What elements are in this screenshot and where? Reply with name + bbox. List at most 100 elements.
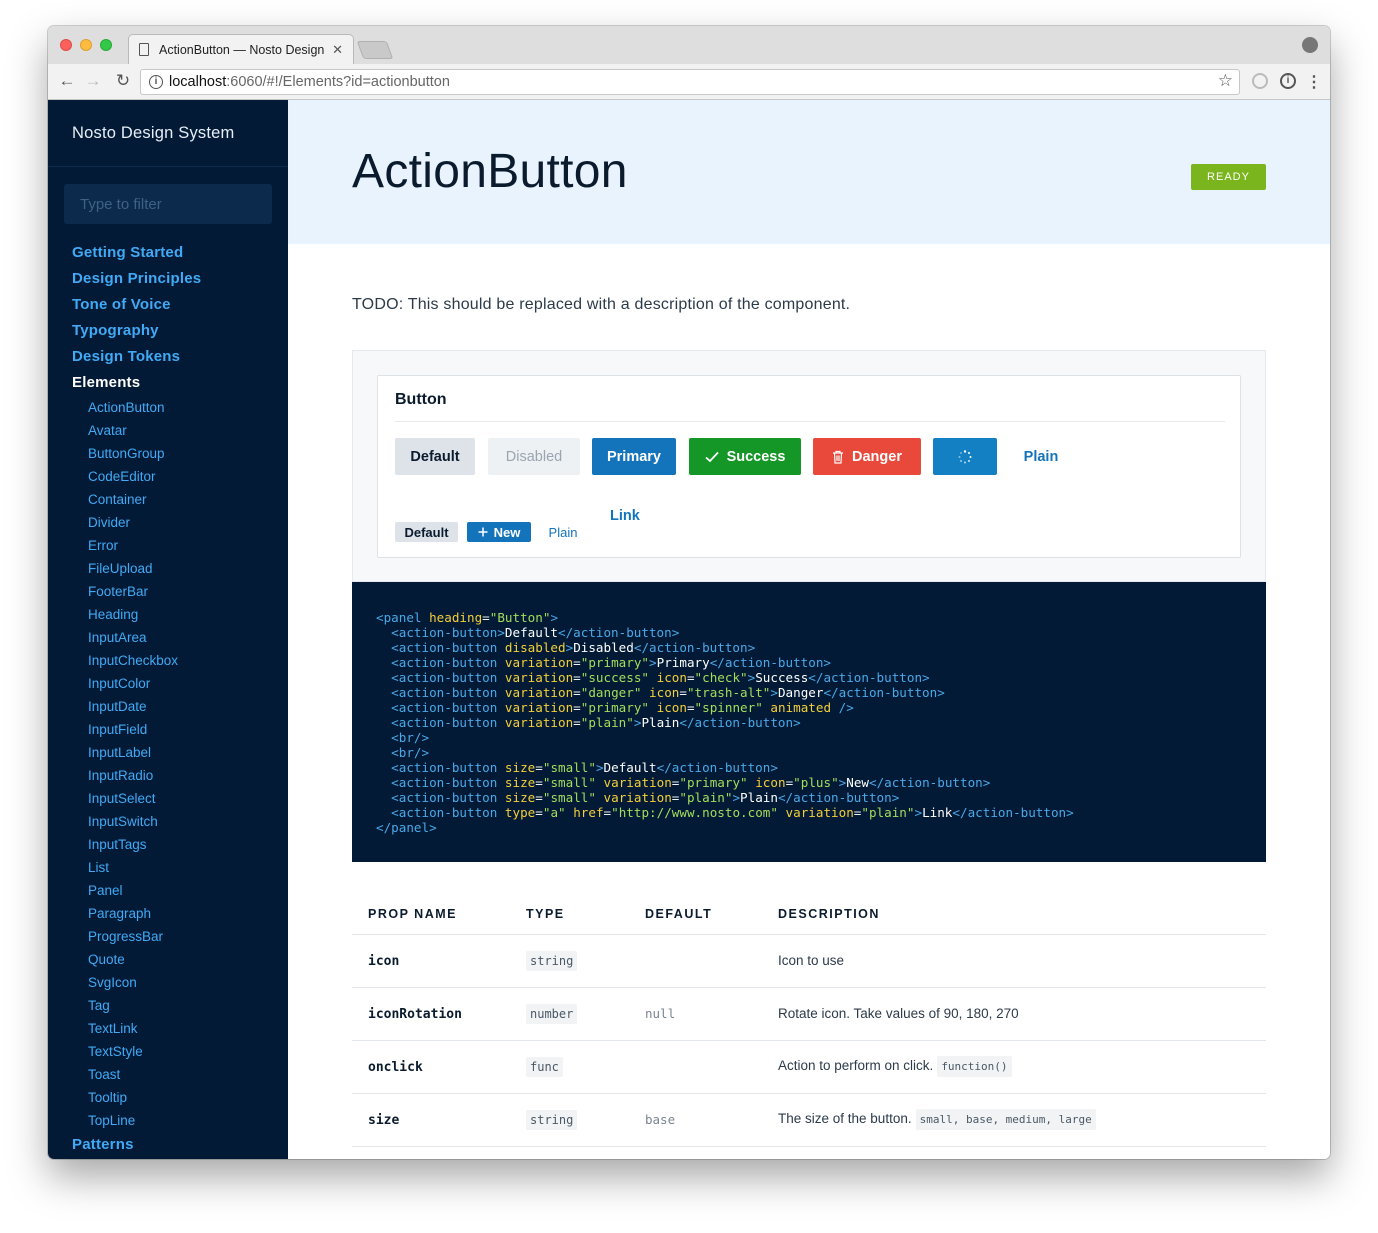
button-label: Disabled: [505, 448, 563, 465]
browser-tab[interactable]: ActionButton — Nosto Design ✕: [128, 34, 354, 64]
extension-icon[interactable]: [1252, 73, 1268, 89]
info-icon[interactable]: i: [149, 75, 163, 89]
minimize-window-button[interactable]: [80, 39, 92, 51]
sidebar-item-progressbar[interactable]: ProgressBar: [88, 929, 163, 944]
table-row: onclick func Action to perform on click.…: [352, 1040, 1266, 1094]
column-header-type: TYPE: [510, 894, 629, 935]
prop-type: string: [526, 950, 578, 971]
small-plain-button[interactable]: Plain: [540, 522, 586, 542]
prop-name: onclick: [368, 1059, 423, 1075]
table-row: iconRotation number null Rotate icon. Ta…: [352, 987, 1266, 1041]
sidebar-item-avatar[interactable]: Avatar: [88, 423, 127, 438]
loading-button[interactable]: [933, 438, 997, 475]
sidebar-item-inputfield[interactable]: InputField: [88, 722, 147, 737]
success-button[interactable]: Success: [689, 438, 801, 475]
column-header-description: DESCRIPTION: [762, 894, 1266, 935]
sidebar-item-codeeditor[interactable]: CodeEditor: [88, 469, 156, 484]
reload-icon[interactable]: ↻: [112, 70, 134, 92]
prop-description: Action to perform on click.: [778, 1058, 934, 1073]
small-new-button[interactable]: New: [467, 522, 531, 542]
sidebar-item-tone-of-voice[interactable]: Tone of Voice: [72, 296, 171, 313]
sidebar-item-inputcolor[interactable]: InputColor: [88, 676, 150, 691]
primary-button[interactable]: Primary: [592, 438, 676, 475]
close-window-button[interactable]: [60, 39, 72, 51]
sidebar-item-toast[interactable]: Toast: [88, 1067, 120, 1082]
sidebar-item-textstyle[interactable]: TextStyle: [88, 1044, 143, 1059]
prop-type: string: [526, 1109, 578, 1130]
extension-info-icon[interactable]: i: [1280, 73, 1296, 89]
prop-description: Rotate icon. Take values of 90, 180, 270: [778, 1006, 1019, 1021]
filter-input[interactable]: [64, 184, 272, 224]
sidebar-item-quote[interactable]: Quote: [88, 952, 125, 967]
sidebar-item-fileupload[interactable]: FileUpload: [88, 561, 153, 576]
maximize-window-button[interactable]: [100, 39, 112, 51]
more-menu-icon[interactable]: ⋮: [1306, 72, 1322, 92]
sidebar-item-list[interactable]: List: [88, 860, 109, 875]
new-tab-button[interactable]: [356, 41, 394, 59]
sidebar-item-error[interactable]: Error: [88, 538, 118, 553]
table-row: icon string Icon to use: [352, 934, 1266, 988]
button-label: Default: [404, 524, 449, 540]
component-description: TODO: This should be replaced with a des…: [352, 296, 851, 313]
code-editor[interactable]: <panel heading="Button"> <action-button>…: [352, 582, 1266, 862]
divider: [48, 166, 288, 167]
brand-title[interactable]: Nosto Design System: [72, 124, 234, 143]
default-button[interactable]: Default: [395, 438, 475, 475]
close-icon[interactable]: ✕: [332, 42, 343, 58]
panel-heading: Button: [395, 391, 447, 408]
sidebar-item-inputselect[interactable]: InputSelect: [88, 791, 156, 806]
sidebar-item-paragraph[interactable]: Paragraph: [88, 906, 151, 921]
button-label: Success: [726, 448, 786, 465]
sidebar-item-inputlabel[interactable]: InputLabel: [88, 745, 151, 760]
sidebar-item-inputradio[interactable]: InputRadio: [88, 768, 153, 783]
sidebar-item-patterns[interactable]: Patterns: [72, 1136, 134, 1153]
spinner-icon: [958, 449, 972, 463]
bookmark-star-icon[interactable]: ☆: [1218, 71, 1233, 91]
sidebar-item-tag[interactable]: Tag: [88, 998, 110, 1013]
sidebar-item-textlink[interactable]: TextLink: [88, 1021, 138, 1036]
sidebar-item-inputarea[interactable]: InputArea: [88, 630, 147, 645]
sidebar-item-footerbar[interactable]: FooterBar: [88, 584, 148, 599]
prop-default: base: [645, 1112, 676, 1127]
link-button[interactable]: Link: [610, 508, 640, 524]
sidebar-item-inputcheckbox[interactable]: InputCheckbox: [88, 653, 178, 668]
danger-button[interactable]: Danger: [813, 438, 921, 475]
button-label: Plain: [548, 524, 578, 540]
sidebar-item-typography[interactable]: Typography: [72, 322, 159, 339]
sidebar-item-panel[interactable]: Panel: [88, 883, 123, 898]
address-bar[interactable]: i localhost:6060/#!/Elements?id=actionbu…: [140, 69, 1240, 95]
button-label: Default: [410, 448, 460, 465]
sidebar-item-inputswitch[interactable]: InputSwitch: [88, 814, 158, 829]
sidebar-item-inputdate[interactable]: InputDate: [88, 699, 147, 714]
sidebar-item-heading[interactable]: Heading: [88, 607, 138, 622]
code-snippet: <panel heading="Button"> <action-button>…: [376, 610, 1074, 835]
plain-button[interactable]: Plain: [1009, 438, 1073, 475]
sidebar-item-design-tokens[interactable]: Design Tokens: [72, 348, 180, 365]
tab-title: ActionButton — Nosto Design: [159, 42, 325, 57]
sidebar-item-tooltip[interactable]: Tooltip: [88, 1090, 127, 1105]
button-label: New: [493, 524, 521, 540]
profile-icon[interactable]: [1302, 37, 1318, 53]
main-content: ActionButton READY TODO: This should be …: [288, 100, 1330, 1159]
sidebar-item-elements[interactable]: Elements: [72, 374, 140, 391]
sidebar-item-container[interactable]: Container: [88, 492, 147, 507]
sidebar-item-actionbutton[interactable]: ActionButton: [88, 400, 165, 415]
disabled-button: Disabled: [488, 438, 580, 475]
sidebar-item-divider[interactable]: Divider: [88, 515, 130, 530]
url-host: localhost: [169, 74, 227, 90]
table-header-row: PROP NAME TYPE DEFAULT DESCRIPTION: [352, 894, 1266, 935]
sidebar-item-inputtags[interactable]: InputTags: [88, 837, 147, 852]
page-header: ActionButton READY: [288, 100, 1330, 244]
sidebar-item-svgicon[interactable]: SvgIcon: [88, 975, 137, 990]
sidebar-item-design-principles[interactable]: Design Principles: [72, 270, 201, 287]
sidebar-item-topline[interactable]: TopLine: [88, 1113, 135, 1128]
forward-arrow-icon[interactable]: →: [82, 70, 104, 92]
small-default-button[interactable]: Default: [395, 522, 458, 542]
prop-description: The size of the button.: [778, 1111, 912, 1126]
prop-default: null: [645, 1006, 676, 1021]
sidebar: Nosto Design System Getting Started Desi…: [48, 100, 288, 1159]
sidebar-item-getting-started[interactable]: Getting Started: [72, 244, 183, 261]
sidebar-item-buttongroup[interactable]: ButtonGroup: [88, 446, 165, 461]
back-arrow-icon[interactable]: ←: [56, 70, 78, 92]
description-code-chip: function(): [937, 1056, 1012, 1077]
